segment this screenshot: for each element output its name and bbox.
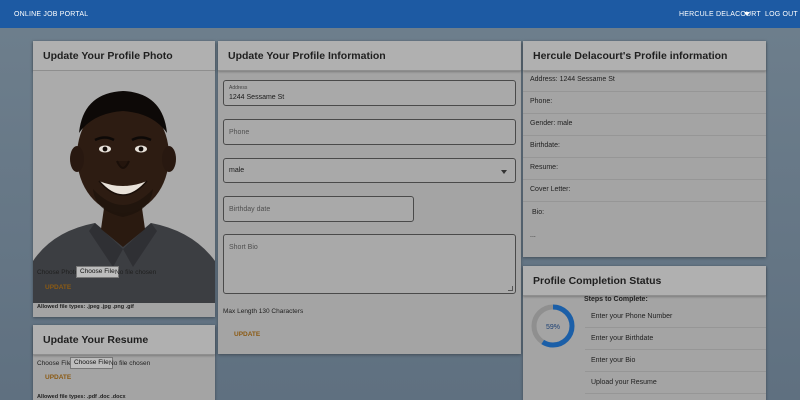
info-row-cover-letter: Cover Letter: [523, 180, 766, 202]
profile-info-title: Hercule Delacourt's Profile information [533, 50, 728, 62]
info-gender: Gender: male [530, 120, 573, 127]
info-row-phone: Phone: [523, 92, 766, 114]
profile-form-card: Update Your Profile Information Address … [218, 41, 521, 354]
step-resume: Upload your Resume [591, 379, 657, 386]
photo-card-header: Update Your Profile Photo [33, 41, 215, 71]
step-row: Upload your Resume [585, 372, 766, 394]
step-birthdate: Enter your Birthdate [591, 335, 654, 342]
completion-status-header: Profile Completion Status [523, 266, 766, 296]
caret-down-icon[interactable] [744, 12, 750, 16]
resume-update-button[interactable]: UPDATE [45, 374, 71, 381]
bio-textarea-placeholder: Short Bio [229, 244, 258, 251]
info-bio: Bio: [532, 209, 545, 216]
logout-link[interactable]: LOG OUT [765, 11, 798, 18]
birthday-field-placeholder: Birthday date [229, 206, 271, 213]
photo-card-title: Update Your Profile Photo [43, 50, 173, 62]
photo-allowed-types: Allowed file types: .jpeg .jpg .png .gif [37, 304, 134, 310]
brand-link[interactable]: ONLINE JOB PORTAL [14, 11, 88, 18]
profile-form-title: Update Your Profile Information [228, 50, 386, 62]
address-field-label: Address [229, 85, 248, 91]
choose-resume-button[interactable]: Choose File [70, 357, 113, 369]
completion-status-card: Profile Completion Status 59% Steps to C… [523, 266, 766, 400]
chevron-down-icon [501, 170, 507, 174]
gender-select-value: male [229, 167, 245, 174]
choose-photo-button[interactable]: Choose File [76, 266, 119, 278]
photo-no-file-text: No file chosen [115, 269, 157, 276]
step-bio: Enter your Bio [591, 357, 636, 364]
gender-select[interactable]: male [223, 158, 516, 183]
resume-no-file-text: No file chosen [109, 360, 151, 367]
step-row: Enter your Phone Number [585, 306, 766, 328]
info-row-birthdate: Birthdate: [523, 136, 766, 158]
step-row: Enter your Birthdate [585, 328, 766, 350]
profile-form-header: Update Your Profile Information [218, 41, 521, 71]
resize-handle-icon[interactable] [508, 286, 513, 291]
phone-field[interactable]: Phone [223, 119, 516, 145]
step-phone: Enter your Phone Number [591, 313, 673, 320]
info-resume: Resume: [530, 164, 559, 171]
info-row-address: Address: 1244 Sessame St [523, 70, 766, 92]
completion-percent-text: 59% [546, 324, 560, 331]
info-row-gender: Gender: male [523, 114, 766, 136]
info-row-bio: Bio: [523, 203, 766, 225]
profile-info-card: Hercule Delacourt's Profile information … [523, 41, 766, 257]
completion-ring: 59% [531, 304, 575, 348]
profile-info-header: Hercule Delacourt's Profile information [523, 41, 766, 71]
address-field-value: 1244 Sessame St [229, 94, 285, 101]
max-length-note: Max Length 130 Characters [223, 308, 304, 315]
info-row-resume: Resume: [523, 158, 766, 180]
resume-card-title: Update Your Resume [43, 334, 149, 346]
choose-photo-label: Choose Photo [37, 269, 79, 276]
info-birthdate: Birthdate: [530, 142, 560, 149]
profile-update-button[interactable]: UPDATE [234, 331, 260, 338]
photo-card: Update Your Profile Photo Choose Photo C… [33, 41, 215, 317]
bio-textarea[interactable]: Short Bio [223, 234, 516, 294]
info-ellipsis: ... [530, 232, 536, 239]
info-cover-letter: Cover Letter: [530, 186, 571, 193]
info-address: Address: 1244 Sessame St [530, 76, 615, 83]
choose-resume-label: Choose File [37, 360, 72, 367]
birthday-field[interactable]: Birthday date [223, 196, 414, 222]
info-row-ellipsis: ... [523, 226, 766, 248]
step-row: Enter your Bio [585, 350, 766, 372]
top-navbar: ONLINE JOB PORTAL HERCULE DELACOURT LOG … [0, 0, 800, 28]
phone-field-placeholder: Phone [229, 129, 250, 136]
resume-card-header: Update Your Resume [33, 325, 215, 355]
resume-card: Update Your Resume Choose File Choose Fi… [33, 325, 215, 400]
address-field[interactable]: Address 1244 Sessame St [223, 80, 516, 106]
photo-update-button[interactable]: UPDATE [45, 284, 71, 291]
completion-status-title: Profile Completion Status [533, 275, 662, 287]
info-phone: Phone: [530, 98, 553, 105]
resume-allowed-types: Allowed file types: .pdf .doc .docx [37, 394, 126, 400]
steps-title: Steps to Complete: [584, 296, 648, 303]
